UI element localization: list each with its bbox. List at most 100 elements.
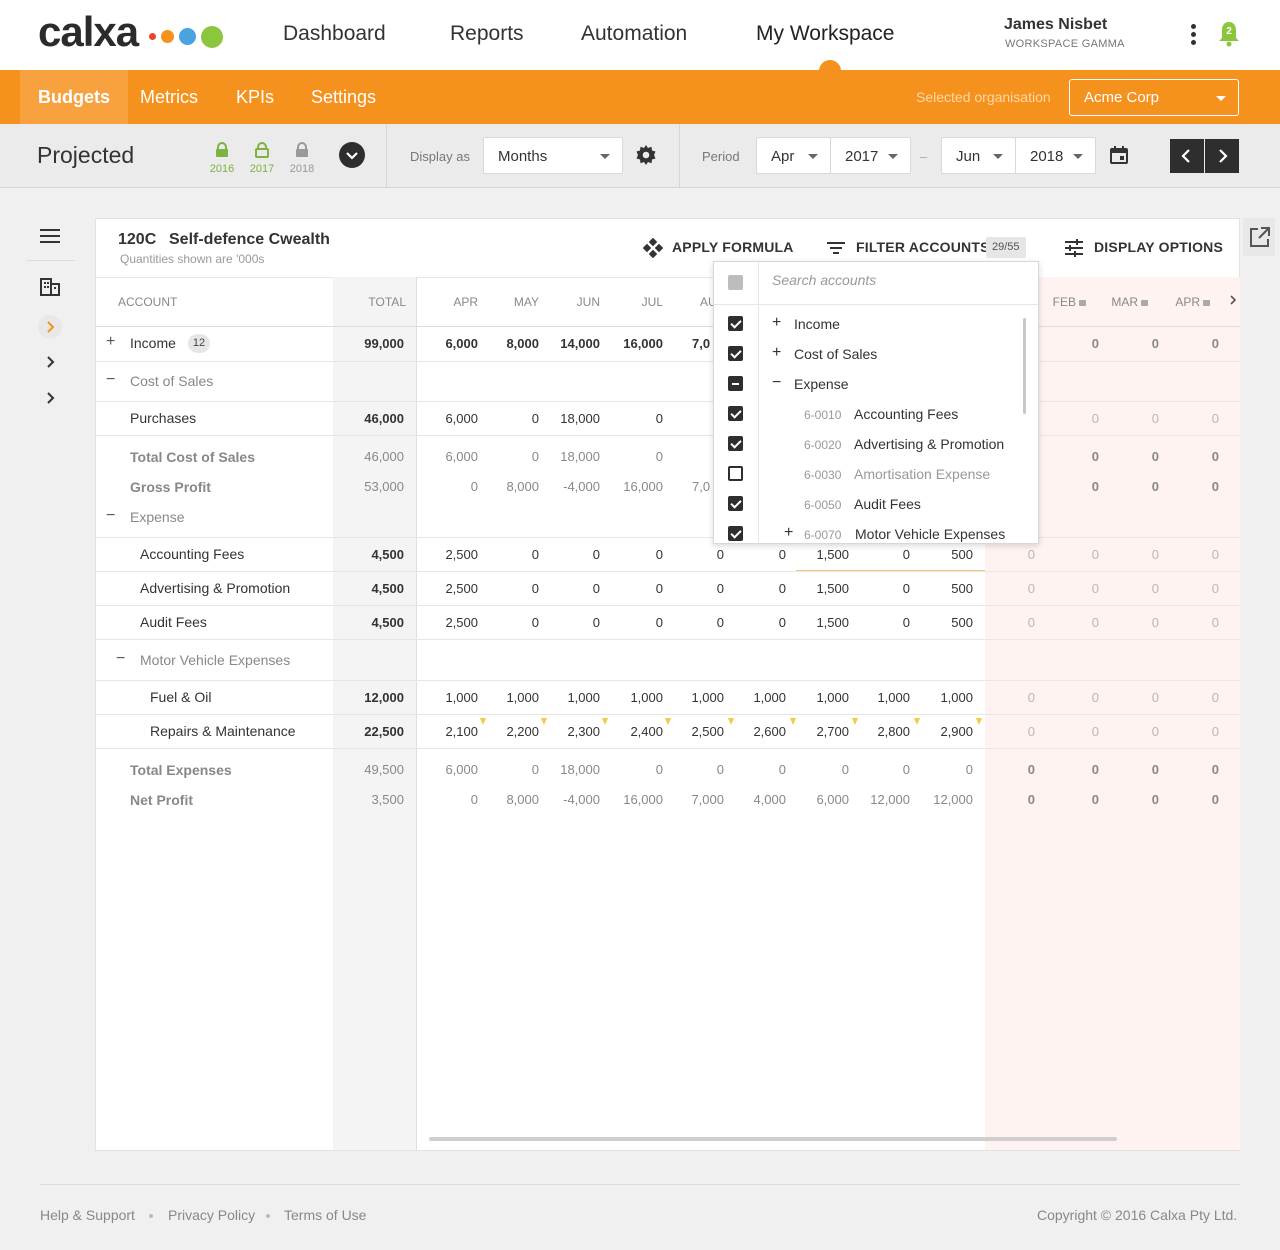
cell[interactable]: 0 — [1103, 724, 1159, 739]
cell[interactable]: 0 — [1163, 411, 1219, 426]
years-expand-button[interactable] — [339, 142, 365, 168]
cell[interactable]: 0 — [607, 411, 663, 426]
cell[interactable]: 500 — [917, 615, 973, 630]
cell[interactable]: 1,000 — [917, 690, 973, 705]
cell[interactable]: 1,000 — [483, 690, 539, 705]
expand-entity-button[interactable] — [38, 386, 62, 410]
privacy-policy-link[interactable]: Privacy Policy — [168, 1207, 255, 1223]
organisation-building-icon[interactable] — [40, 278, 60, 301]
cell[interactable]: 1,000 — [607, 690, 663, 705]
cell[interactable]: 0 — [1043, 724, 1099, 739]
filter-item-label[interactable]: Cost of Sales — [794, 346, 877, 362]
cell[interactable]: 0 — [1163, 690, 1219, 705]
cell[interactable]: 1,000 — [854, 690, 910, 705]
filter-item-label[interactable]: Accounting Fees — [854, 406, 958, 422]
cell[interactable]: 0 — [730, 581, 786, 596]
header-month-locked[interactable]: FEB — [1040, 295, 1086, 309]
next-period-button[interactable] — [1205, 139, 1239, 173]
cell[interactable]: 0 — [668, 547, 724, 562]
expand-entity-button[interactable] — [38, 315, 62, 339]
cell[interactable]: 0 — [483, 547, 539, 562]
year-2017-lock[interactable]: 2017 — [247, 142, 277, 175]
nav-my-workspace[interactable]: My Workspace — [756, 22, 894, 46]
cell[interactable]: 0 — [1103, 615, 1159, 630]
cell[interactable]: 0 — [544, 615, 600, 630]
row-label[interactable]: Income — [130, 335, 176, 351]
account-checkbox[interactable] — [728, 316, 743, 331]
nav-automation[interactable]: Automation — [581, 22, 687, 46]
terms-of-use-link[interactable]: Terms of Use — [284, 1207, 366, 1223]
year-2016-lock[interactable]: 2016 — [207, 142, 237, 175]
cell[interactable]: 1,000 — [544, 690, 600, 705]
search-accounts-input[interactable]: Search accounts — [772, 272, 1022, 290]
cell[interactable]: 0 — [1043, 581, 1099, 596]
cell[interactable]: 2,400 — [607, 724, 663, 739]
expand-plus-icon[interactable]: + — [784, 524, 793, 542]
period-to-year-select[interactable]: 2018 — [1015, 137, 1096, 174]
horizontal-scrollbar[interactable] — [429, 1137, 1117, 1141]
collapse-minus-icon[interactable]: − — [116, 650, 125, 668]
cell[interactable]: 0 — [979, 581, 1035, 596]
calxa-logo[interactable]: calxa — [38, 8, 139, 56]
tab-settings[interactable]: Settings — [293, 70, 394, 124]
filter-item-label[interactable]: Income — [794, 316, 840, 332]
tab-kpis[interactable]: KPIs — [218, 70, 292, 124]
help-support-link[interactable]: Help & Support — [40, 1207, 135, 1223]
header-month-locked[interactable]: MAR — [1102, 295, 1148, 309]
cell[interactable]: 0 — [854, 581, 910, 596]
account-checkbox[interactable] — [728, 526, 743, 541]
cell[interactable]: 1,000 — [668, 690, 724, 705]
cell[interactable]: 0 — [483, 411, 539, 426]
cell[interactable]: 7,0 — [692, 336, 714, 351]
dropdown-scrollbar[interactable] — [1023, 318, 1026, 414]
cell[interactable]: 1,500 — [793, 615, 849, 630]
period-from-year-select[interactable]: 2017 — [830, 137, 911, 174]
display-as-select[interactable]: Months — [483, 137, 623, 174]
expand-plus-icon[interactable]: + — [772, 314, 781, 332]
select-all-checkbox[interactable] — [728, 275, 743, 290]
header-month[interactable]: JUL — [607, 295, 663, 309]
cell[interactable]: 2,500 — [668, 724, 724, 739]
menu-icon[interactable] — [40, 228, 60, 249]
account-checkbox[interactable] — [728, 436, 743, 451]
cell[interactable]: 2,500 — [422, 615, 478, 630]
cell[interactable]: 2,800 — [854, 724, 910, 739]
organisation-select[interactable]: Acme Corp — [1069, 79, 1239, 116]
row-label[interactable]: Accounting Fees — [140, 546, 244, 562]
cell[interactable]: 0 — [607, 547, 663, 562]
filter-item-label[interactable]: Expense — [794, 376, 848, 392]
tab-metrics[interactable]: Metrics — [122, 70, 216, 124]
row-label[interactable]: Cost of Sales — [130, 373, 213, 389]
cell[interactable]: 0 — [1103, 581, 1159, 596]
cell[interactable]: 0 — [979, 724, 1035, 739]
cell[interactable]: 0 — [668, 581, 724, 596]
period-from-month-select[interactable]: Apr — [756, 137, 831, 174]
collapse-minus-icon[interactable]: − — [772, 374, 781, 392]
tab-budgets[interactable]: Budgets — [20, 70, 128, 124]
cell[interactable]: 2,200 — [483, 724, 539, 739]
cell[interactable]: 0 — [1043, 336, 1099, 351]
cell[interactable]: 2,600 — [730, 724, 786, 739]
cell[interactable]: 0 — [1163, 336, 1219, 351]
cell[interactable]: 2,500 — [422, 581, 478, 596]
cell[interactable]: 0 — [544, 547, 600, 562]
expand-entity-button[interactable] — [38, 350, 62, 374]
header-total[interactable]: TOTAL — [350, 295, 406, 309]
user-name[interactable]: James Nisbet — [1004, 16, 1107, 34]
cell[interactable]: 8,000 — [483, 336, 539, 351]
row-label[interactable]: Expense — [130, 509, 184, 525]
nav-reports[interactable]: Reports — [450, 22, 524, 46]
calendar-icon[interactable] — [1110, 146, 1128, 169]
cell[interactable]: 18,000 — [544, 411, 600, 426]
cell[interactable]: 0 — [1103, 336, 1159, 351]
popout-button[interactable] — [1243, 218, 1275, 256]
cell[interactable]: 1,000 — [793, 690, 849, 705]
cell[interactable]: 0 — [483, 581, 539, 596]
account-checkbox[interactable] — [728, 496, 743, 511]
period-to-month-select[interactable]: Jun — [941, 137, 1016, 174]
cell[interactable]: 6,000 — [422, 336, 478, 351]
row-label[interactable]: Motor Vehicle Expenses — [140, 652, 290, 668]
cell[interactable]: 0 — [1163, 581, 1219, 596]
cell[interactable]: 1,000 — [422, 690, 478, 705]
cell[interactable]: 0 — [483, 615, 539, 630]
